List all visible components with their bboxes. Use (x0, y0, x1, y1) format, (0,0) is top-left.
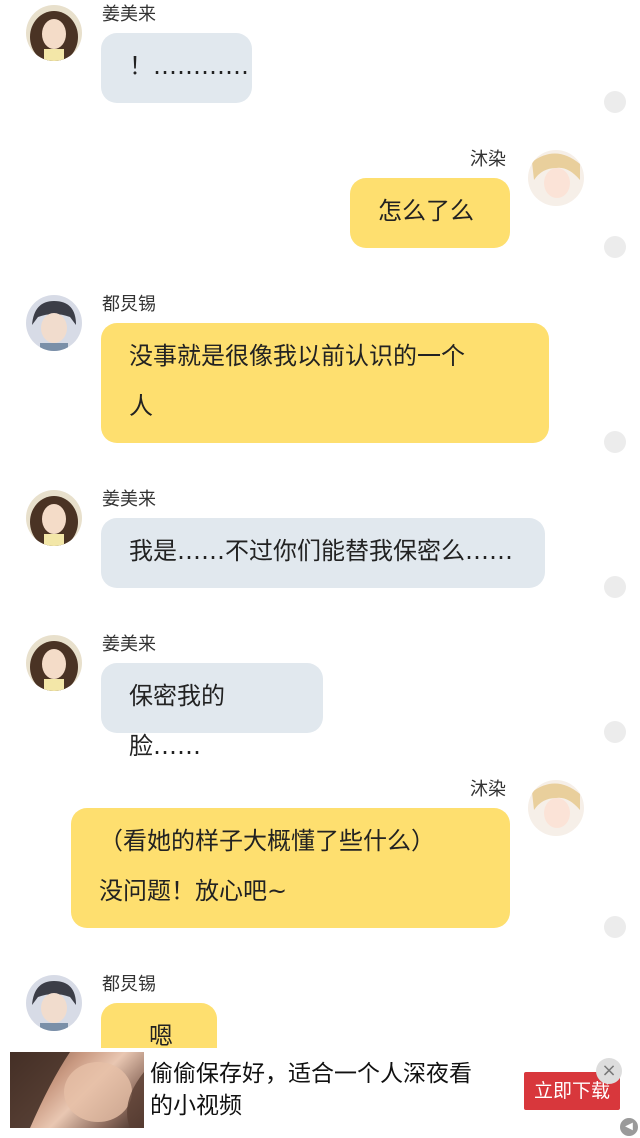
avatar-muran-icon (528, 150, 584, 206)
avatar-muran[interactable] (528, 150, 584, 206)
status-dot (604, 916, 626, 938)
message-bubble[interactable]: ！………… (101, 33, 252, 103)
avatar-jiangmeilai-icon (26, 5, 82, 61)
avatar-dujiongxi-icon (26, 295, 82, 351)
status-dot (604, 576, 626, 598)
status-dot (604, 721, 626, 743)
avatar-dujiongxi[interactable] (26, 975, 82, 1031)
status-dot (604, 431, 626, 453)
avatar-jiangmeilai-icon (26, 490, 82, 546)
message-bubble[interactable]: 怎么了么 (350, 178, 510, 248)
avatar-dujiongxi-icon (26, 975, 82, 1031)
message-bubble[interactable]: 保密我的脸…… (101, 663, 323, 760)
avatar-dujiongxi[interactable] (26, 295, 82, 351)
message-bubble[interactable]: （看她的样子大概懂了些什么） 没问题！放心吧~ (71, 808, 510, 928)
sender-name: 都炅锡 (102, 974, 156, 995)
sender-name: 姜美来 (102, 489, 156, 510)
ad-corner-icon[interactable]: ◀ (620, 1118, 638, 1136)
close-icon[interactable]: × (596, 1058, 622, 1084)
sender-name: 沐染 (470, 149, 506, 170)
sender-name: 沐染 (470, 779, 506, 800)
ad-thumbnail-image (10, 1052, 144, 1128)
ad-thumbnail[interactable] (10, 1052, 144, 1128)
sender-name: 姜美来 (102, 634, 156, 655)
avatar-muran-icon (528, 780, 584, 836)
avatar-jiangmeilai[interactable] (26, 490, 82, 546)
avatar-jiangmeilai[interactable] (26, 635, 82, 691)
avatar-jiangmeilai[interactable] (26, 5, 82, 61)
sender-name: 都炅锡 (102, 294, 156, 315)
message-bubble[interactable]: 没事就是很像我以前认识的一个 人 (101, 323, 549, 443)
ad-banner[interactable]: 偷偷保存好，适合一个人深夜看 的小视频 立即下载 × ◀ (0, 1048, 640, 1138)
avatar-muran[interactable] (528, 780, 584, 836)
message-bubble[interactable]: 我是……不过你们能替我保密么…… (101, 518, 545, 588)
avatar-jiangmeilai-icon (26, 635, 82, 691)
sender-name: 姜美来 (102, 4, 156, 25)
ad-text[interactable]: 偷偷保存好，适合一个人深夜看 的小视频 (150, 1058, 500, 1122)
status-dot (604, 91, 626, 113)
status-dot (604, 236, 626, 258)
